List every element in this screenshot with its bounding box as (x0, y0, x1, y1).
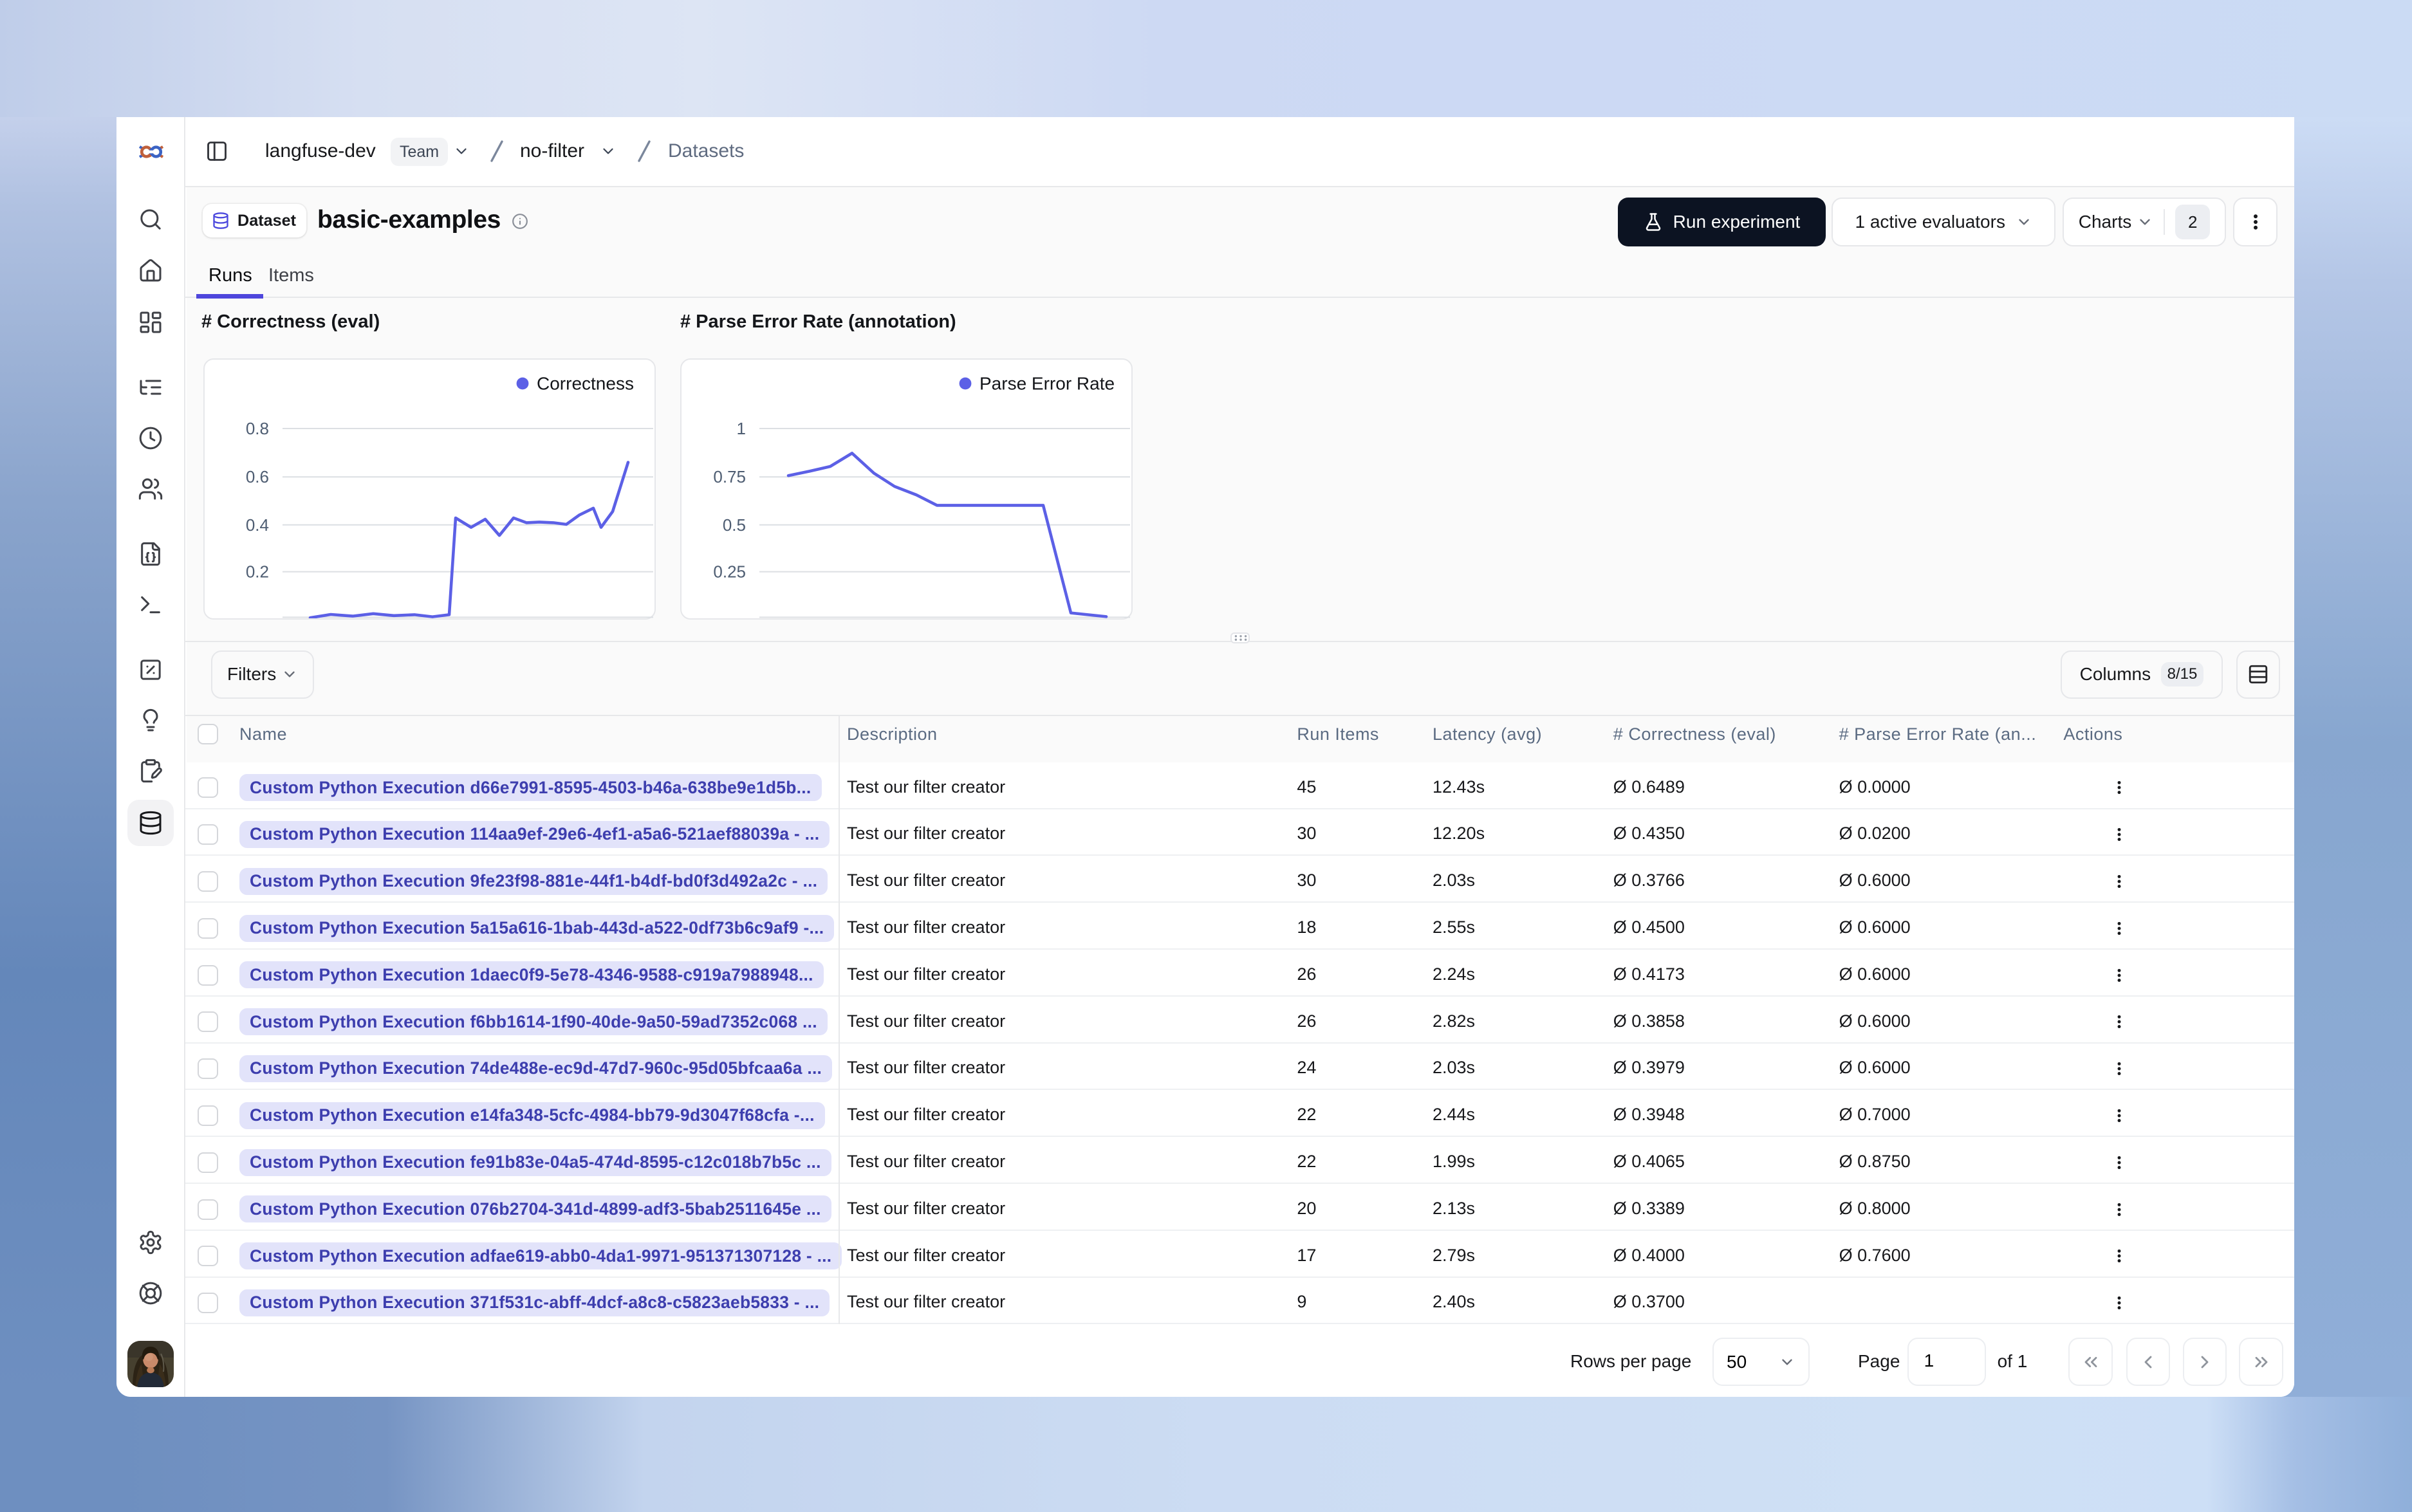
svg-text:Correctness: Correctness (537, 374, 634, 394)
svg-text:0.2: 0.2 (246, 562, 269, 582)
svg-text:0.25: 0.25 (713, 562, 746, 582)
svg-text:1: 1 (737, 419, 746, 438)
svg-text:Parse Error Rate: Parse Error Rate (979, 374, 1115, 394)
svg-text:0.6: 0.6 (246, 467, 269, 486)
svg-text:0.4: 0.4 (246, 515, 269, 535)
svg-text:0.75: 0.75 (713, 467, 746, 486)
svg-text:0.5: 0.5 (723, 515, 746, 535)
svg-text:0.8: 0.8 (246, 419, 269, 438)
